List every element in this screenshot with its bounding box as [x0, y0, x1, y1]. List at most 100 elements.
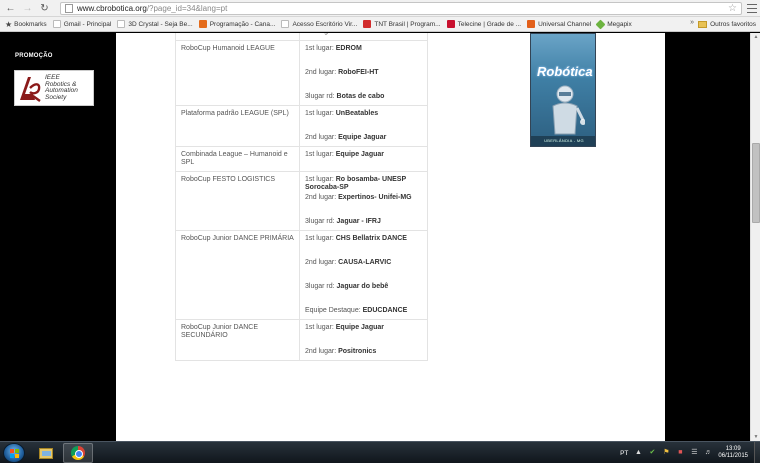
bookmark-label: TNT Brasil | Program... [374, 20, 441, 28]
result-cell: 1st lugar: CHS Bellatrix DANCE 2nd lugar:… [299, 230, 428, 320]
file-explorer-icon [39, 447, 53, 459]
volume-icon[interactable]: ♬ [704, 449, 712, 457]
bookmark-gmail[interactable]: Gmail - Principal [52, 20, 111, 28]
placement-label: Equipe Destaque: [305, 307, 361, 314]
placement-line: 2nd lugar: E-Salvamento [305, 33, 422, 36]
ieee-ras-wordmark: IEEE Robotics & Automation Society [45, 74, 78, 101]
bookmark-programacao[interactable]: Programação - Cana... [198, 20, 275, 28]
category-cell: Plataforma padrão LEAGUE (SPL) [175, 105, 300, 147]
book-title: Robótica [537, 64, 593, 79]
placement-line: 2nd lugar: Equipe Jaguar [305, 134, 422, 142]
chrome-menu-button[interactable] [747, 3, 757, 14]
team-name: E-Salvamento [338, 33, 384, 35]
show-desktop-button[interactable] [754, 442, 760, 463]
star-icon: ★ [5, 19, 13, 29]
team-name: Expertinos- Unifei-MG [338, 194, 412, 201]
bookmark-label: Telecine | Grade de ... [457, 20, 522, 28]
placement-label: 1st lugar: [305, 324, 334, 331]
ieee-ras-emblem-icon [20, 77, 41, 102]
forward-button[interactable]: → [21, 2, 34, 15]
reload-icon: ↻ [40, 2, 49, 14]
team-name: Equipe Jaguar [335, 324, 384, 331]
category-cell: RoboCup FESTO LOGISTICS [175, 171, 300, 231]
back-button[interactable]: ← [4, 2, 17, 15]
orange-favicon [198, 20, 207, 28]
placement-label: 2nd lugar: [305, 259, 337, 266]
bookmark-acesso[interactable]: Acesso Escritório Vir... [281, 20, 357, 28]
bookmark-label: Acesso Escritório Vir... [292, 20, 358, 28]
page-icon [52, 20, 61, 28]
telecine-favicon [446, 20, 455, 28]
placement-label: 1st lugar: [305, 45, 334, 52]
ieee-line: Society [45, 93, 67, 101]
app-tray-icon[interactable]: ■ [676, 449, 684, 457]
team-name: Positronics [338, 348, 377, 355]
team-name: Equipe Jaguar [335, 151, 384, 158]
show-hidden-icons-icon[interactable]: ▲ [634, 449, 642, 457]
team-name: UnBeatables [335, 110, 379, 117]
other-bookmarks-folder[interactable]: Outros favoritos [698, 17, 756, 31]
category-name: RoboCup Humanoid LEAGUE [181, 45, 275, 52]
team-name: Jaguar - IFRJ [336, 218, 381, 225]
tnt-favicon [363, 20, 372, 28]
system-clock[interactable]: 13:09 06/11/2015 [718, 446, 748, 460]
placement-label: 2nd lugar: [305, 33, 336, 35]
url-input[interactable]: www.cbrobotica.org/?page_id=34&lang=pt ☆ [60, 2, 742, 15]
results-row: RoboCup Junior DANCE SECUNDÁRIO 1st lugar… [175, 319, 428, 361]
bookmarks-overflow-button[interactable]: » [690, 19, 694, 26]
scroll-thumb[interactable] [752, 143, 760, 223]
bookmark-label: Megapix [607, 20, 632, 28]
flag-icon[interactable]: ⚑ [662, 449, 670, 457]
bookmark-tnt[interactable]: TNT Brasil | Program... [363, 20, 441, 28]
category-cell: RoboCup Junior DANCE SECUNDÁRIO [175, 319, 300, 361]
placement-line: 1st lugar: Ro bosamba- UNESP Sorocaba-SP [305, 176, 422, 192]
language-indicator[interactable]: PT [620, 450, 628, 457]
scroll-down-icon[interactable]: ▼ [752, 433, 760, 441]
other-bookmarks-label: Outros favoritos [710, 21, 756, 28]
page-icon [117, 20, 126, 28]
start-button[interactable] [3, 443, 25, 463]
results-row: RoboCup Humanoid LEAGUE 1st lugar: EDROM 2… [175, 40, 428, 106]
network-icon[interactable]: ☰ [690, 449, 698, 457]
placement-label: 3lugar rd: [305, 218, 335, 225]
placement-line: 3lugar rd: Jaguar - IFRJ [305, 218, 422, 226]
taskbar-chrome-button[interactable] [63, 443, 93, 463]
team-name: Equipe Jaguar [338, 134, 387, 141]
placement-line: 3lugar rd: Botas de cabo [305, 93, 422, 101]
taskbar-explorer-button[interactable] [31, 443, 61, 463]
scroll-up-icon[interactable]: ▲ [752, 33, 760, 41]
result-cell: 1st lugar: Equipe Jaguar [299, 146, 428, 172]
bookmark-star-icon[interactable]: ☆ [728, 3, 737, 15]
result-cell: 2nd lugar: E-Salvamento [299, 33, 428, 41]
bookmark-megapix[interactable]: Megapix [595, 19, 632, 29]
bookmark-label: 3D Crystal - Seja Be... [128, 20, 193, 28]
system-tray: PT ▲ ✔ ⚑ ■ ☰ ♬ 13:09 06/11/2015 [620, 442, 760, 463]
promo-title: PROMOÇÃO [15, 53, 53, 59]
ieee-ras-logo[interactable]: IEEE Robotics & Automation Society [14, 70, 94, 106]
placement-line: 2nd lugar: Expertinos- Unifei-MG [305, 194, 422, 202]
results-table: Simulation 2nd lugar: E-Salvamento RoboCup… [175, 33, 428, 361]
result-cell: 1st lugar: EDROM 2nd lugar: RoboFEI-HT 3lu… [299, 40, 428, 106]
category-cell: Simulation [175, 33, 300, 41]
page-scrollbar[interactable]: ▲ ▼ [750, 33, 760, 441]
placement-line: 1st lugar: Equipe Jaguar [305, 151, 422, 159]
team-name: EDUCDANCE [362, 307, 408, 314]
windows-taskbar: PT ▲ ✔ ⚑ ■ ☰ ♬ 13:09 06/11/2015 [0, 441, 760, 463]
security-shield-icon[interactable]: ✔ [648, 449, 656, 457]
results-row: Plataforma padrão LEAGUE (SPL) 1st lugar:… [175, 105, 428, 147]
bookmark-label: Universal Channel [538, 20, 592, 28]
category-name: RoboCup Junior DANCE SECUNDÁRIO [181, 324, 259, 339]
bookmark-telecine[interactable]: Telecine | Grade de ... [446, 20, 522, 28]
reload-button[interactable]: ↻ [38, 2, 51, 15]
bookmark-label: Bookmarks [14, 20, 47, 28]
chrome-icon [71, 446, 85, 460]
bookmark-3d-crystal[interactable]: 3D Crystal - Seja Be... [117, 20, 193, 28]
megapix-favicon [595, 19, 606, 29]
bookmark-apps[interactable]: ★ Bookmarks [5, 20, 47, 29]
category-cell: RoboCup Humanoid LEAGUE [175, 40, 300, 106]
category-name: Plataforma padrão LEAGUE (SPL) [181, 110, 289, 117]
bookmark-universal[interactable]: Universal Channel [527, 20, 591, 28]
clock-time: 13:09 [725, 446, 741, 452]
robotica-book-cover[interactable]: Robótica UBERLÂNDIA - MG [530, 33, 596, 147]
placement-line: 1st lugar: CHS Bellatrix DANCE [305, 235, 422, 243]
